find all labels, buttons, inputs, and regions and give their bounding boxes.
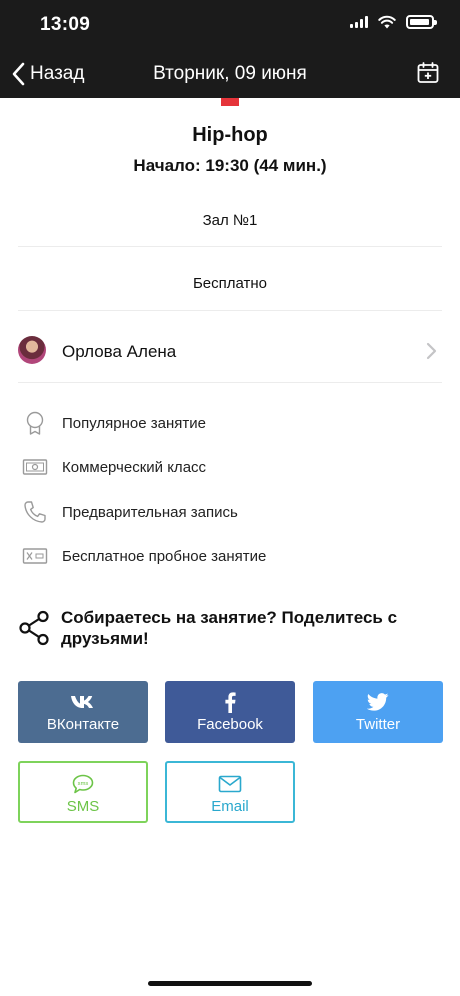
status-icons xyxy=(350,15,437,29)
home-indicator xyxy=(148,981,312,986)
share-email-button[interactable]: Email xyxy=(165,761,295,823)
divider xyxy=(18,382,442,383)
back-button[interactable]: Назад xyxy=(12,60,84,88)
feature-label: Коммерческий класс xyxy=(62,459,207,476)
feature-label: Предварительная запись xyxy=(62,504,238,521)
back-label: Назад xyxy=(30,63,85,84)
class-hall: Зал №1 xyxy=(202,212,258,229)
vk-icon xyxy=(71,696,93,708)
share-twitter-button[interactable]: Twitter xyxy=(313,681,443,743)
divider xyxy=(18,310,442,311)
add-to-calendar-icon[interactable] xyxy=(416,61,440,85)
share-sms-label: SMS xyxy=(66,798,100,815)
share-facebook-label: Facebook xyxy=(197,716,263,733)
class-color-marker xyxy=(221,98,239,106)
share-sms-button[interactable]: sms SMS xyxy=(18,761,148,823)
status-time: 13:09 xyxy=(40,14,91,35)
trainer-name: Орлова Алена xyxy=(62,342,177,361)
class-price: Бесплатно xyxy=(192,275,268,292)
class-title: Hip-hop xyxy=(192,124,268,146)
share-twitter-label: Twitter xyxy=(355,716,401,733)
chevron-left-icon xyxy=(12,62,25,86)
svg-text:sms: sms xyxy=(78,781,89,787)
feature-item: Популярное занятие xyxy=(0,402,460,442)
share-email-label: Email xyxy=(211,798,249,815)
divider xyxy=(18,246,442,247)
chevron-right-icon xyxy=(426,342,437,360)
navigation-bar: Назад Вторник, 09 июня xyxy=(0,50,460,98)
share-section: Собираетесь на занятие? Поделитесь с дру… xyxy=(18,604,442,648)
feature-item: Предварительная запись xyxy=(0,491,460,531)
signal-icon xyxy=(350,16,368,28)
ticket-icon xyxy=(22,548,48,564)
phone-icon xyxy=(24,501,46,523)
sms-icon: sms xyxy=(72,774,94,794)
twitter-icon xyxy=(367,693,389,711)
envelope-icon xyxy=(218,775,242,793)
feature-item: Бесплатное пробное занятие xyxy=(0,535,460,575)
feature-label: Популярное занятие xyxy=(62,415,206,432)
battery-icon xyxy=(406,15,437,29)
share-vk-button[interactable]: ВКонтакте xyxy=(18,681,148,743)
feature-item: Коммерческий класс xyxy=(0,446,460,486)
feature-label: Бесплатное пробное занятие xyxy=(62,548,267,565)
class-start-time: Начало: 19:30 (44 мин.) xyxy=(133,156,327,175)
share-vk-label: ВКонтакте xyxy=(46,716,120,733)
share-icon xyxy=(19,610,49,646)
share-prompt: Собираетесь на занятие? Поделитесь с дру… xyxy=(61,608,398,648)
facebook-icon xyxy=(225,692,236,713)
award-icon xyxy=(26,411,44,435)
status-bar: 13:09 xyxy=(0,0,460,50)
wifi-icon xyxy=(378,15,396,29)
trainer-avatar xyxy=(18,336,46,364)
trainer-row[interactable]: Орлова Алена xyxy=(0,330,460,372)
banknote-icon xyxy=(22,459,48,475)
share-facebook-button[interactable]: Facebook xyxy=(165,681,295,743)
